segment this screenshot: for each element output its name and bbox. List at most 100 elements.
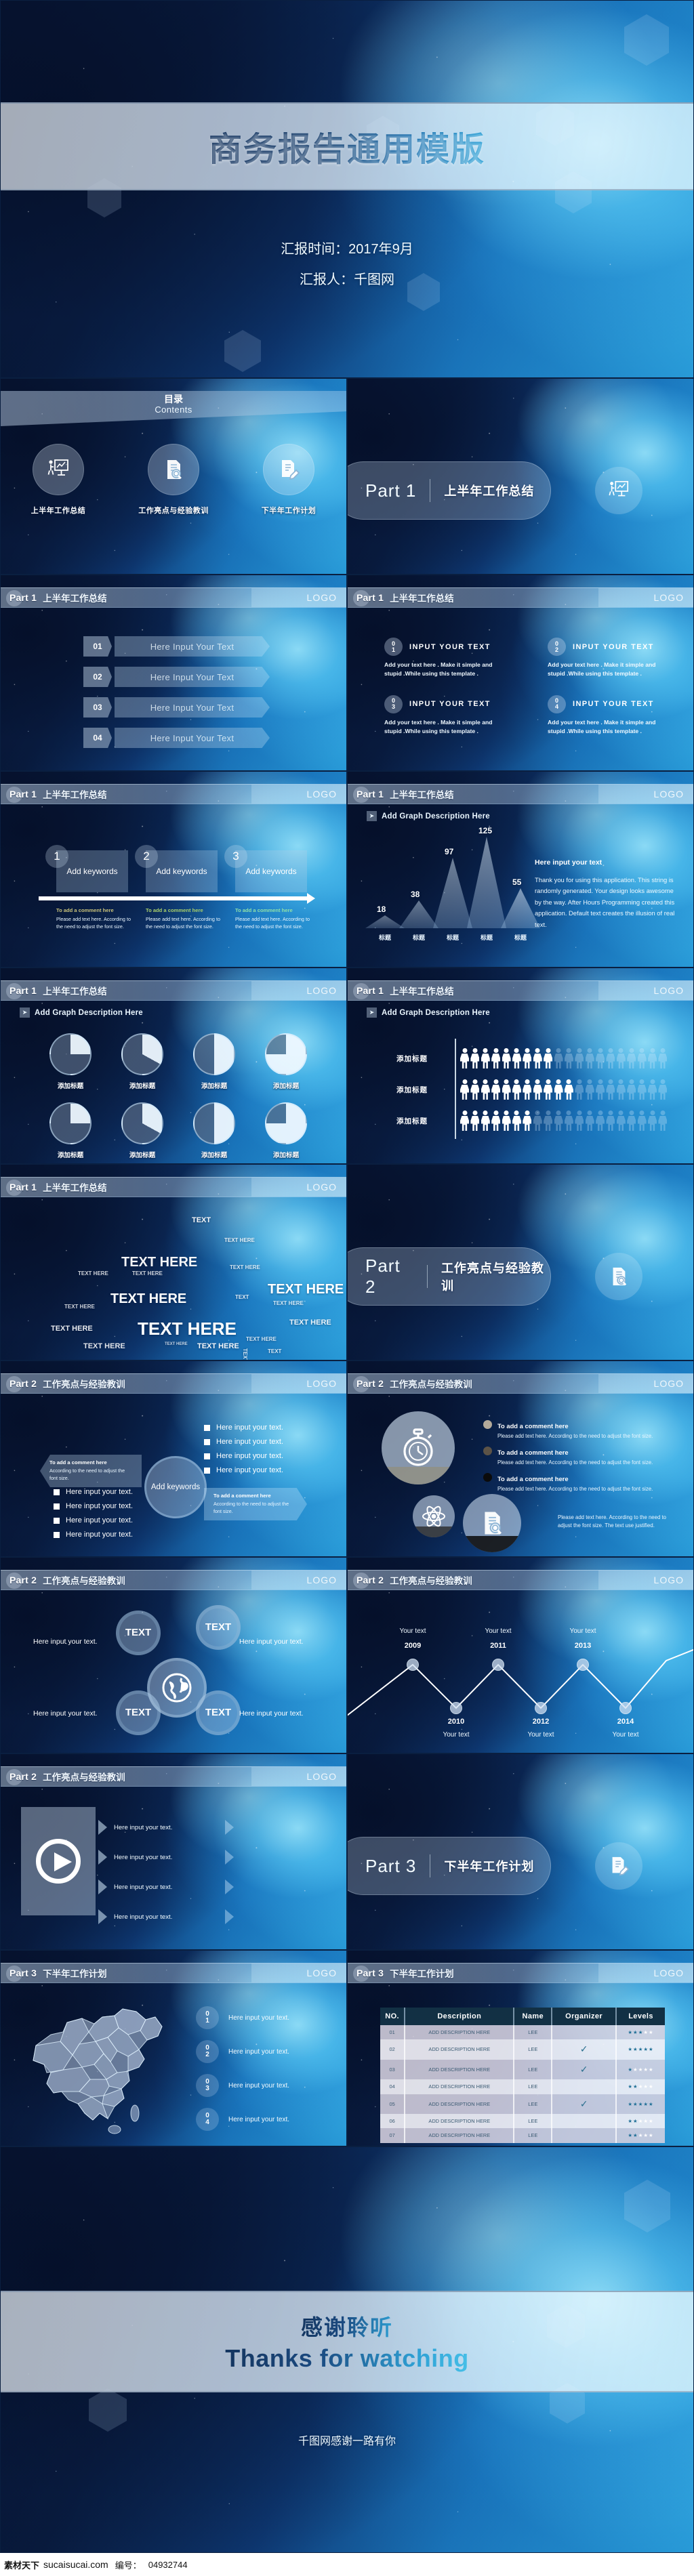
step-item[interactable]: 1 Add keywords [45,845,128,892]
comment-item[interactable]: To add a comment here Please add text her… [483,1472,666,1492]
pie-chart [121,1102,163,1144]
table-row[interactable]: 01 ADD DESCRIPTION HERE LEE ★★★★★ [380,2025,665,2040]
pie-item[interactable]: 添加标题 [265,1102,307,1159]
map-point-row[interactable]: 0 4 Here input your text. [196,2108,338,2131]
map-point-row[interactable]: 0 1 Here input your text. [196,2006,338,2029]
list-item[interactable]: 02 Here Input Your Text [83,667,270,687]
badge-number: 0 4 [548,694,566,713]
pie-item[interactable]: 添加标题 [193,1033,235,1090]
badge-number: 03 [196,2074,219,2097]
bullet-square-icon [54,1517,60,1524]
pie-item[interactable]: 添加标题 [121,1033,163,1090]
video-row[interactable]: Here input your text. [98,1842,234,1872]
logo-label: LOGO [653,592,684,603]
table-row[interactable]: 07 ADD DESCRIPTION HERE LEE ★★★★★ [380,2128,665,2143]
play-icon[interactable] [36,1839,81,1884]
orbit-node[interactable]: TEXT [116,1690,161,1735]
pie-chart [193,1102,235,1144]
cell-no: 06 [380,2114,406,2129]
logo-label: LOGO [653,1378,684,1389]
cloud-word: TEXT HERE [78,1270,108,1276]
timeline-node[interactable] [450,1702,462,1714]
bullet-item: Here input your text. [54,1531,133,1539]
map-point-row[interactable]: 0 2 Here input your text. [196,2040,338,2063]
part-divider-pill: Part 2 工作亮点与经验教训 [348,1247,551,1306]
person-icon [627,1110,636,1131]
step-item[interactable]: 2 Add keywords [135,845,218,892]
pie-item[interactable]: 添加标题 [49,1033,91,1090]
hub-banner-right[interactable]: To add a comment here According to the n… [204,1488,307,1520]
timeline-node[interactable] [492,1659,504,1671]
bullet-square-icon [204,1438,210,1445]
person-icon [502,1110,511,1131]
orbit-node[interactable]: TEXT [196,1690,241,1735]
chart-category-label: 标题 [412,934,425,941]
contents-item-3[interactable]: 下半年工作计划 [238,444,340,516]
contents-item-1[interactable]: 上半年工作总结 [7,444,109,516]
table-row[interactable]: 03 ADD DESCRIPTION HERE LEE ✓ ★★★★★ [380,2059,665,2080]
page-title: 商务报告通用模版 [209,123,485,171]
orbit-node[interactable]: TEXT [116,1611,161,1655]
person-icon [554,1079,563,1100]
cell-no: 07 [380,2128,406,2143]
table-header-row: NO. Description Name Organizer Levels [380,2008,665,2025]
arrow-icon [98,1879,107,1894]
quadrant-cell[interactable]: 0 1 INPUT YOUR TEXT Add your text here .… [384,638,506,679]
video-row[interactable]: Here input your text. [98,1872,234,1902]
chart-bar [467,837,506,928]
pie-item[interactable]: 添加标题 [121,1102,163,1159]
timeline-year: 2010 [447,1718,465,1726]
step-comment: To add a comment here Please add text he… [235,907,310,930]
slide-pictogram: Part 1 上半年工作总结 LOGO ➤ Add Graph Descript… [347,968,694,1164]
word-cloud: TEXT TEXT HERE TEXT HERE TEXT HERE TEXT HERE… [51,1204,344,1360]
map-point-row[interactable]: 0 3 Here input your text. [196,2074,338,2097]
table-row[interactable]: 06 ADD DESCRIPTION HERE LEE ★★★★★ [380,2114,665,2129]
step-item[interactable]: 3 Add keywords [224,845,307,892]
slide-header: Part 2 工作亮点与经验教训 LOGO [1,1766,346,1787]
list-item[interactable]: 03 Here Input Your Text [83,697,270,718]
cell-levels: ★★★★★ [616,2025,665,2040]
video-row[interactable]: Here input your text. [98,1812,234,1842]
item-text: Here Input Your Text [115,636,270,657]
pictogram-label: 添加标题 [396,1085,428,1094]
cell-description: ADD DESCRIPTION HERE [405,2059,515,2080]
person-icon [606,1048,615,1068]
quadrant-cell[interactable]: 0 2 INPUT YOUR TEXT Add your text here .… [548,638,669,679]
hub-center-label: Add keywords [150,1483,201,1491]
china-map[interactable] [20,1997,182,2139]
list-item[interactable]: 01 Here Input Your Text [83,636,270,657]
timeline-node[interactable] [535,1702,547,1714]
part-divider-pill: Part 3 下半年工作计划 [348,1837,551,1895]
cell-name: LEE [514,2039,553,2060]
comment-item[interactable]: To add a comment here Please add text her… [483,1446,666,1466]
hub-banner-left[interactable]: To add a comment here According to the n… [40,1455,142,1487]
quadrant-cell[interactable]: 0 4 INPUT YOUR TEXT Add your text here .… [548,694,669,736]
comment-item[interactable]: To add a comment here Please add text her… [483,1419,666,1439]
timeline-node[interactable] [407,1659,419,1671]
pie-item[interactable]: 添加标题 [49,1102,91,1159]
arrow-marker-icon: ➤ [367,1007,377,1018]
chart-side-text: Here input your text Thank you for using… [535,858,680,930]
arrow-icon [225,1879,234,1894]
table-row[interactable]: 02 ADD DESCRIPTION HERE LEE ✓ ★★★★★ [380,2039,665,2060]
timeline-node[interactable] [619,1702,632,1714]
video-row[interactable]: Here input your text. [98,1902,234,1932]
cell-organizer [552,2079,617,2094]
table-row[interactable]: 05 ADD DESCRIPTION HERE LEE ✓ ★★★★★ [380,2094,665,2114]
graph-description-label: Add Graph Description Here [382,812,490,820]
timeline-node[interactable] [577,1659,589,1671]
person-icon [523,1079,532,1100]
list-item[interactable]: 04 Here Input Your Text [83,728,270,748]
hub-center-circle[interactable]: Add keywords [144,1456,207,1518]
timeline-year: 2012 [532,1718,550,1726]
pie-item[interactable]: 添加标题 [265,1033,307,1090]
people-icons [460,1110,668,1131]
orbit-node[interactable]: TEXT [196,1605,241,1650]
presenter-chart-icon [33,444,84,495]
cloud-word: TEXT HERE [197,1342,239,1351]
quadrant-cell[interactable]: 0 3 INPUT YOUR TEXT Add your text here .… [384,694,506,736]
pie-item[interactable]: 添加标题 [193,1102,235,1159]
contents-item-2[interactable]: 工作亮点与经验教训 [123,444,224,516]
table-row[interactable]: 04 ADD DESCRIPTION HERE LEE ★★★★★ [380,2079,665,2094]
video-placeholder[interactable] [21,1807,96,1915]
